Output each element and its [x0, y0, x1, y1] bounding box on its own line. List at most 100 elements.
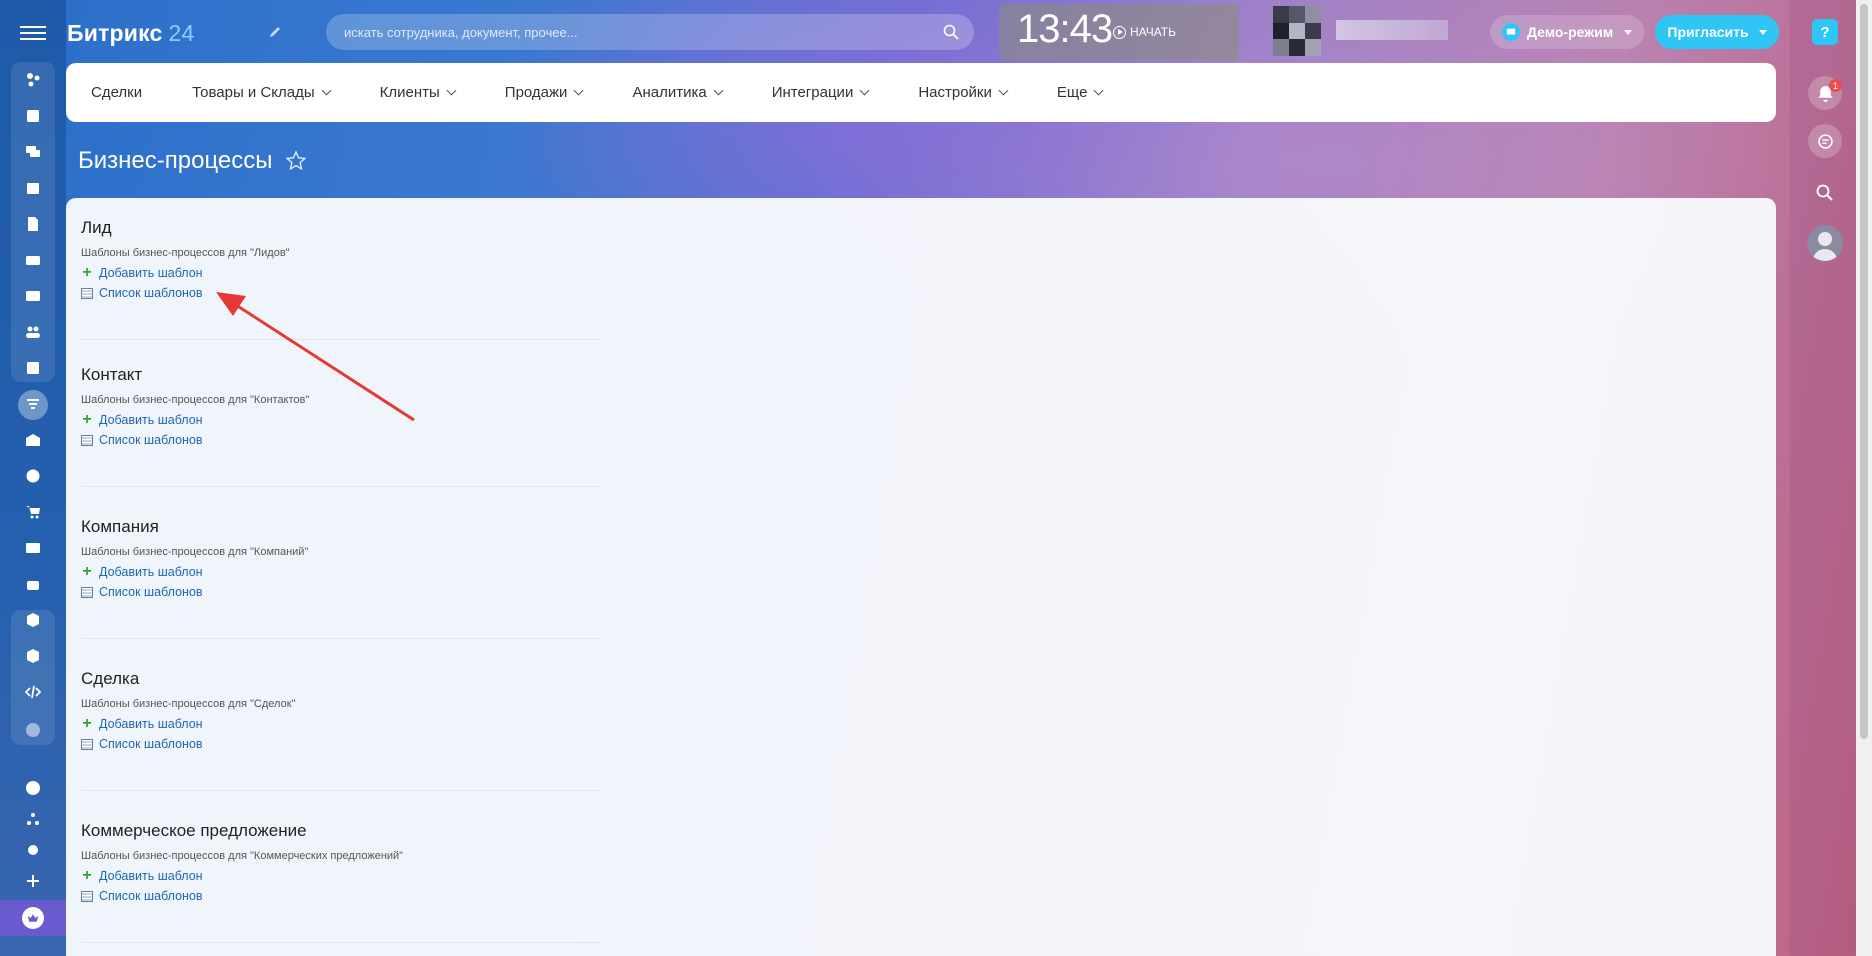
nav-item-7[interactable]: Еще: [1056, 84, 1104, 101]
clock-display: 13:43: [1017, 7, 1113, 51]
settings-gear-icon[interactable]: [0, 835, 66, 865]
feed-icon[interactable]: [0, 65, 66, 95]
search-input[interactable]: [326, 14, 974, 50]
drive-icon[interactable]: [0, 245, 66, 275]
plus-icon: +: [82, 715, 92, 732]
scrollbar-thumb[interactable]: [1860, 4, 1868, 739]
section-description: Шаблоны бизнес-процессов для "Лидов": [81, 247, 290, 259]
user-profile-icon[interactable]: [1807, 225, 1843, 261]
nav-item-label: Сделки: [91, 84, 143, 101]
package-icon[interactable]: [0, 641, 66, 671]
robot-icon[interactable]: [0, 569, 66, 599]
add-template-link[interactable]: + Добавить шаблон: [81, 563, 601, 580]
nav-item-label: Еще: [1056, 84, 1088, 101]
box-icon[interactable]: [0, 605, 66, 635]
nav-item-0[interactable]: Сделки: [91, 84, 142, 101]
chevron-down-icon: [446, 85, 457, 96]
nav-item-3[interactable]: Продажи: [504, 84, 584, 101]
help-icon[interactable]: [0, 773, 66, 803]
nav-item-1[interactable]: Товары и Склады: [192, 84, 332, 101]
section-title: Коммерческое предложение: [81, 821, 307, 840]
plus-icon: +: [82, 563, 92, 580]
employees-icon[interactable]: [0, 317, 66, 347]
add-template-link[interactable]: + Добавить шаблон: [81, 867, 601, 884]
warehouse-icon[interactable]: [0, 425, 66, 455]
demo-mode-button[interactable]: Демо-режим: [1490, 15, 1644, 49]
table-icon: [81, 287, 93, 299]
documents-icon[interactable]: [0, 209, 66, 239]
nav-item-4[interactable]: Аналитика: [632, 84, 724, 101]
developer-icon[interactable]: [0, 677, 66, 707]
edit-pencil-icon[interactable]: [268, 25, 282, 39]
section-divider: [81, 942, 601, 943]
section-divider: [81, 790, 601, 791]
crown-icon: [22, 907, 44, 929]
checklist-icon[interactable]: [0, 353, 66, 383]
section-description: Шаблоны бизнес-процессов для "Компаний": [81, 546, 309, 558]
cart-icon[interactable]: [0, 497, 66, 527]
start-workday-button[interactable]: НАЧАТЬ: [1113, 25, 1176, 39]
add-template-link[interactable]: + Добавить шаблон: [81, 412, 601, 428]
nav-item-2[interactable]: Клиенты: [379, 84, 457, 101]
search-icon[interactable]: [942, 23, 960, 41]
section-title: Лид: [81, 218, 112, 237]
chat-icon[interactable]: [0, 137, 66, 167]
nav-item-label: Продажи: [504, 84, 568, 101]
menu-burger-icon[interactable]: [20, 22, 46, 42]
table-icon: [81, 586, 93, 598]
nav-item-label: Клиенты: [379, 84, 440, 101]
add-plus-icon[interactable]: [0, 866, 66, 896]
page-scrollbar[interactable]: [1856, 0, 1872, 956]
chevron-down-icon: [998, 85, 1009, 96]
structure-icon[interactable]: [0, 804, 66, 834]
template-list-link[interactable]: Список шаблонов: [81, 433, 601, 447]
template-list-link[interactable]: Список шаблонов: [81, 889, 601, 903]
nav-item-label: Товары и Склады: [192, 84, 315, 101]
table-icon: [81, 890, 93, 902]
crm-funnel-icon[interactable]: [0, 389, 66, 420]
add-template-link[interactable]: + Добавить шаблон: [81, 715, 601, 732]
content-panel: Лид Шаблоны бизнес-процессов для "Лидов" +…: [66, 198, 1776, 956]
help-button[interactable]: ?: [1812, 19, 1838, 45]
play-icon: [1113, 25, 1126, 39]
entity-section: Контакт Шаблоны бизнес-процессов для "Кон…: [81, 365, 601, 487]
section-divider: [81, 486, 601, 487]
nav-item-6[interactable]: Настройки: [918, 84, 1009, 101]
left-sidebar: [0, 0, 66, 956]
add-template-link[interactable]: + Добавить шаблон: [81, 264, 601, 281]
calendar-icon[interactable]: [0, 173, 66, 203]
chevron-down-icon: [1093, 85, 1104, 96]
entity-section: Компания Шаблоны бизнес-процессов для "Ко…: [81, 517, 601, 639]
invite-button[interactable]: Пригласить: [1655, 15, 1779, 49]
tasks-board-icon[interactable]: [0, 101, 66, 131]
plus-icon: +: [82, 867, 92, 884]
mail-icon[interactable]: [0, 281, 66, 311]
section-title: Контакт: [81, 365, 143, 384]
entity-section: Коммерческое предложение Шаблоны бизнес-п…: [81, 821, 601, 943]
chevron-down-icon: [321, 85, 332, 96]
section-description: Шаблоны бизнес-процессов для "Контактов": [81, 394, 310, 406]
right-search-icon[interactable]: [1815, 183, 1835, 203]
section-divider: [81, 339, 601, 340]
template-list-link[interactable]: Список шаблонов: [81, 286, 601, 300]
sites-icon[interactable]: [0, 533, 66, 563]
more-chevron-icon[interactable]: [0, 715, 66, 745]
user-name-blurred[interactable]: [1336, 20, 1448, 40]
presentation-icon: [1502, 23, 1520, 41]
tariff-crown-button[interactable]: [0, 900, 66, 936]
nav-item-label: Аналитика: [632, 84, 707, 101]
messenger-icon[interactable]: [1808, 124, 1842, 158]
nav-item-5[interactable]: Интеграции: [771, 84, 870, 101]
template-list-link[interactable]: Список шаблонов: [81, 585, 601, 599]
logo[interactable]: Битрикс 24: [67, 20, 195, 47]
chevron-down-icon: [713, 85, 724, 96]
chevron-down-icon: [574, 85, 584, 96]
nav-item-label: Интеграции: [771, 84, 854, 101]
page-title: Бизнес-процессы: [78, 147, 307, 175]
target-icon[interactable]: [0, 461, 66, 491]
section-description: Шаблоны бизнес-процессов для "Сделок": [81, 698, 296, 710]
favorite-star-icon[interactable]: [284, 150, 307, 172]
plus-icon: +: [82, 264, 92, 281]
template-list-link[interactable]: Список шаблонов: [81, 737, 601, 751]
user-avatar[interactable]: [1273, 6, 1321, 56]
